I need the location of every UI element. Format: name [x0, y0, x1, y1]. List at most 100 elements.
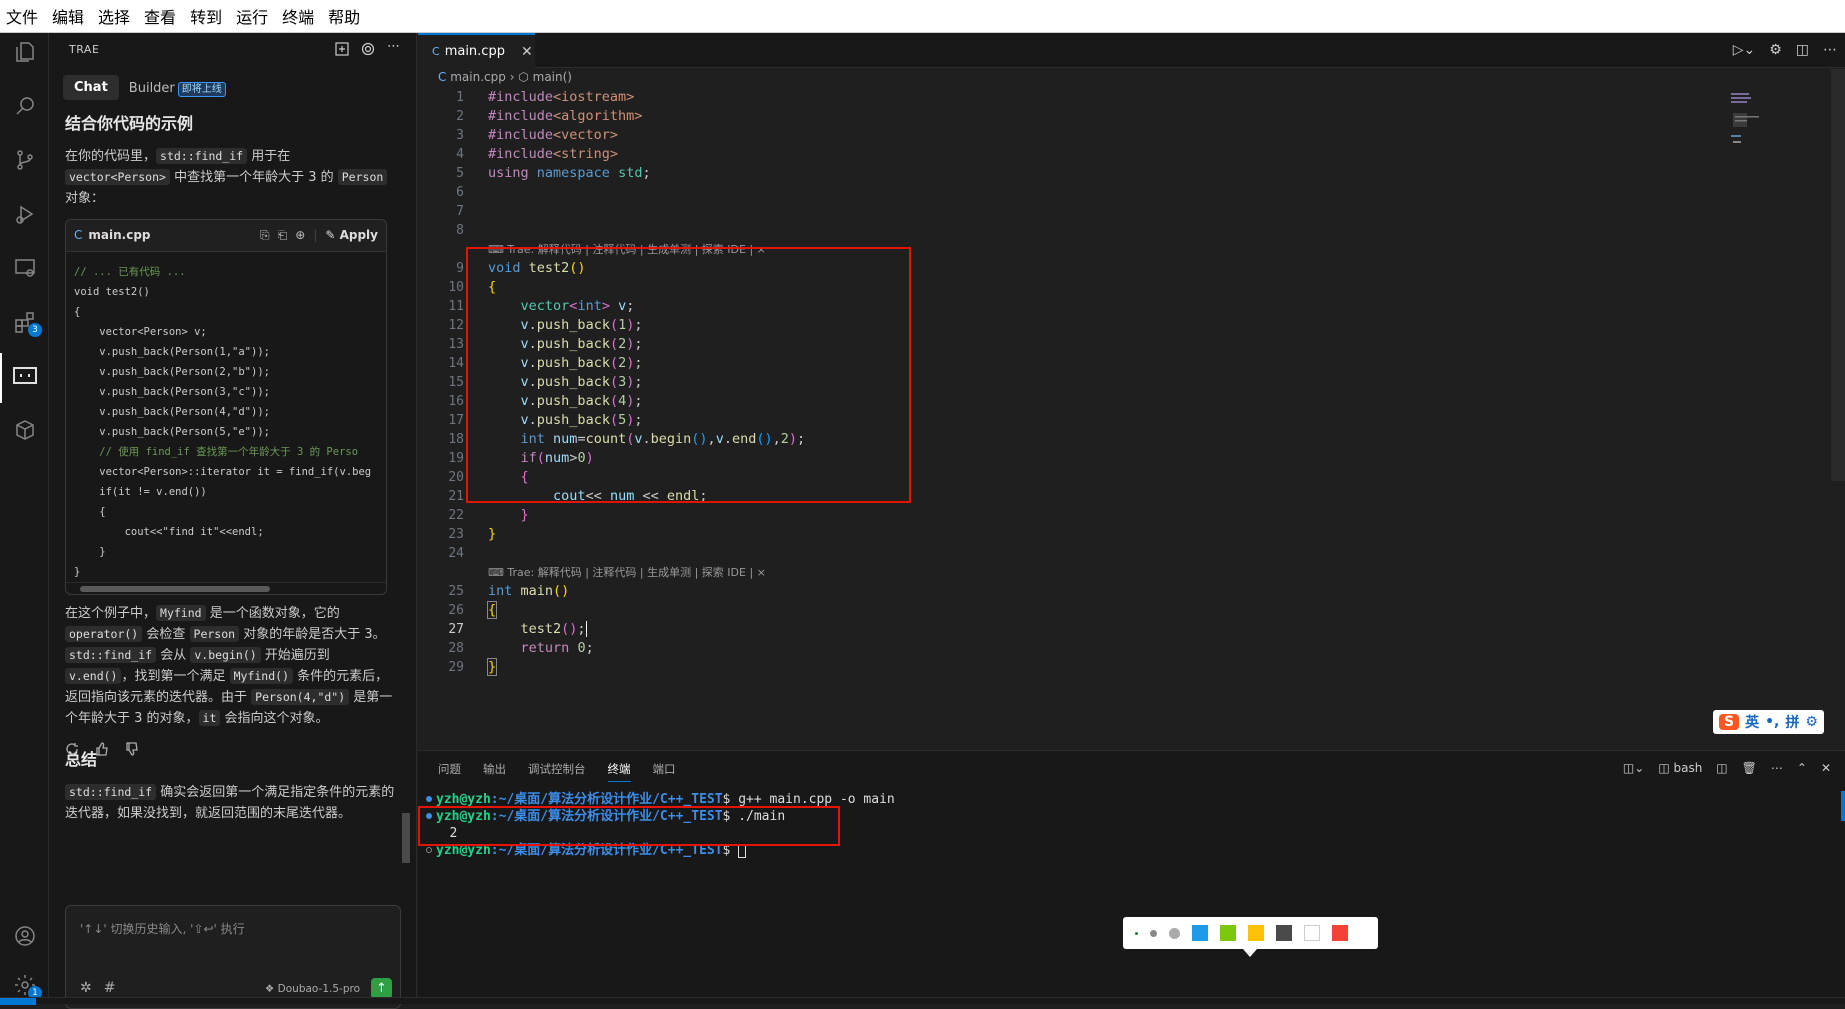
package-icon[interactable] — [10, 415, 40, 445]
split-icon[interactable]: ◫ — [1716, 761, 1727, 775]
menu-item[interactable]: 查看 — [144, 4, 176, 28]
activity-bar: 3 1 — [0, 33, 49, 1004]
line-number: 28 — [448, 641, 464, 656]
tab-builder[interactable]: Builder 即将上线 — [128, 80, 226, 97]
terminal-shell[interactable]: ◫ bash — [1658, 761, 1702, 775]
function-icon: ⬡ — [518, 70, 529, 84]
tab-chat[interactable]: Chat — [63, 75, 119, 100]
code-block-scrollbar[interactable] — [66, 582, 386, 594]
ime-punctuation-icon[interactable]: •, — [1765, 714, 1779, 730]
close-tab-icon[interactable]: ✕ — [521, 44, 533, 60]
editor-scrollbar[interactable] — [1831, 69, 1845, 481]
extensions-icon[interactable]: 3 — [10, 307, 42, 337]
send-button[interactable]: ↑ — [371, 978, 392, 999]
remote-explorer-icon[interactable] — [10, 253, 40, 283]
text-span: 在你的代码里， — [65, 149, 157, 164]
copy-icon[interactable]: ⎘ — [260, 225, 270, 246]
color-swatch[interactable] — [1276, 925, 1292, 941]
chat-input[interactable]: '↑↓' 切换历史输入, '⇧↩' 执行 ✲ # ❖ Doubao-1.5-pro… — [65, 905, 401, 1009]
line-number: 14 — [448, 356, 464, 371]
menu-item[interactable]: 转到 — [190, 4, 222, 28]
breadcrumb-function[interactable]: main() — [533, 70, 572, 84]
settings-icon[interactable] — [361, 41, 375, 60]
panel-more-icon[interactable]: ⋯ — [1771, 761, 1783, 775]
pen-size-large[interactable] — [1169, 927, 1180, 939]
minimap[interactable] — [1729, 91, 1765, 151]
codelens-actions[interactable]: ⌨ Trae: 解释代码 | 注释代码 | 生成单测 | 探索 IDE | × — [488, 563, 805, 582]
apply-button[interactable]: ✎ Apply — [325, 225, 378, 246]
color-swatch[interactable] — [1304, 925, 1320, 941]
color-swatch[interactable] — [1192, 925, 1208, 941]
breadcrumb-file[interactable]: main.cpp — [450, 70, 506, 84]
code-line: v.push_back(Person(5,"e")); — [74, 426, 270, 438]
tab-main-cpp[interactable]: C main.cpp ✕ — [418, 33, 535, 68]
kill-terminal-icon[interactable]: 🗑 — [1742, 761, 1757, 775]
code-block: C main.cpp ⎘ ⎗ ⊕ | ✎ Apply // ... 已有代码 .… — [65, 219, 387, 595]
chat-message: 结合你代码的示例 在你的代码里， std::find_if 用于在 vector<… — [65, 113, 397, 824]
panel-tab[interactable]: 端口 — [653, 761, 676, 782]
search-icon[interactable] — [10, 91, 40, 121]
thumbs-down-icon[interactable] — [125, 741, 139, 760]
menu-item[interactable]: 编辑 — [52, 4, 84, 28]
extensions-badge: 3 — [28, 323, 42, 337]
hash-icon[interactable]: # — [104, 980, 116, 996]
code-line: vector<Person>::iterator it = find_if(v.… — [74, 466, 372, 478]
prompt-command: $ g++ main.cpp -o main — [722, 792, 895, 807]
menu-item[interactable]: 文件 — [6, 4, 38, 28]
panel-tab[interactable]: 调试控制台 — [528, 761, 586, 782]
explorer-icon[interactable] — [10, 37, 40, 67]
ime-mode[interactable]: 拼 — [1785, 712, 1799, 732]
new-chat-icon[interactable] — [335, 41, 349, 60]
sidebar-scrollbar[interactable] — [402, 113, 410, 873]
editor-more-icon[interactable]: ⋯ — [1823, 42, 1837, 58]
panel-tab[interactable]: 问题 — [438, 761, 461, 782]
run-file-icon[interactable]: ▷⌄ — [1733, 42, 1756, 58]
split-terminal-icon[interactable]: ◫⌄ — [1623, 761, 1644, 775]
ime-language[interactable]: 英 — [1745, 712, 1759, 732]
chat-input-placeholder: '↑↓' 切换历史输入, '⇧↩' 执行 — [80, 922, 245, 936]
close-panel-icon[interactable]: ✕ — [1821, 761, 1831, 775]
trae-chat-icon[interactable] — [10, 361, 40, 391]
source-control-icon[interactable] — [10, 145, 40, 175]
panel-tab[interactable]: 终端 — [607, 761, 631, 782]
model-selector[interactable]: ❖ Doubao-1.5-pro — [265, 983, 360, 995]
account-icon[interactable] — [10, 921, 40, 951]
message-heading: 结合你代码的示例 — [65, 114, 194, 133]
panel-title: TRAE — [69, 43, 100, 56]
regenerate-icon[interactable] — [65, 741, 79, 760]
pen-size-medium[interactable] — [1150, 929, 1157, 937]
new-file-icon[interactable]: ⊕ — [295, 225, 305, 246]
split-editor-icon[interactable]: ◫ — [1796, 42, 1809, 58]
code-line: { — [74, 506, 106, 518]
run-debug-icon[interactable] — [10, 199, 40, 229]
thumbs-up-icon[interactable] — [95, 741, 109, 760]
line-number: 11 — [448, 299, 464, 314]
prompt-path: :~/桌面/算法分析设计作业/C++_TEST — [490, 792, 723, 807]
color-swatch[interactable] — [1220, 925, 1236, 941]
settings-gear-icon[interactable]: 1 — [10, 970, 42, 1000]
insert-icon[interactable]: ⎗ — [278, 225, 288, 246]
shell-name: bash — [1673, 761, 1703, 775]
color-swatch[interactable] — [1332, 925, 1348, 941]
maximize-panel-icon[interactable]: ⌃ — [1797, 761, 1807, 775]
line-number: 24 — [448, 546, 464, 561]
ime-settings-icon[interactable]: ⚙ — [1805, 714, 1818, 730]
menu-item[interactable]: 选择 — [98, 4, 130, 28]
menu-item[interactable]: 终端 — [282, 4, 314, 28]
builder-label: Builder — [128, 80, 175, 96]
explanation-paragraph: 在这个例子中， Myfind 是一个函数对象，它的 operator() 会检查 … — [65, 603, 397, 729]
menu-item[interactable]: 运行 — [236, 4, 268, 28]
codelens-icon: ⌨ — [488, 566, 508, 579]
highlight-box-test2 — [466, 247, 911, 503]
line-number: 19 — [448, 451, 464, 466]
menu-item[interactable]: 帮助 — [328, 4, 360, 28]
ime-toolbar[interactable]: S 英 •, 拼 ⚙ — [1713, 710, 1824, 734]
line-number: 17 — [448, 413, 464, 428]
panel-tab[interactable]: 输出 — [483, 761, 506, 782]
editor-settings-icon[interactable]: ⚙ — [1769, 42, 1782, 58]
pen-size-small[interactable] — [1135, 931, 1138, 935]
more-icon[interactable]: ⋯ — [387, 40, 400, 60]
line-number: 7 — [456, 204, 464, 219]
color-swatch[interactable] — [1248, 925, 1264, 941]
sparkle-icon[interactable]: ✲ — [80, 980, 92, 996]
